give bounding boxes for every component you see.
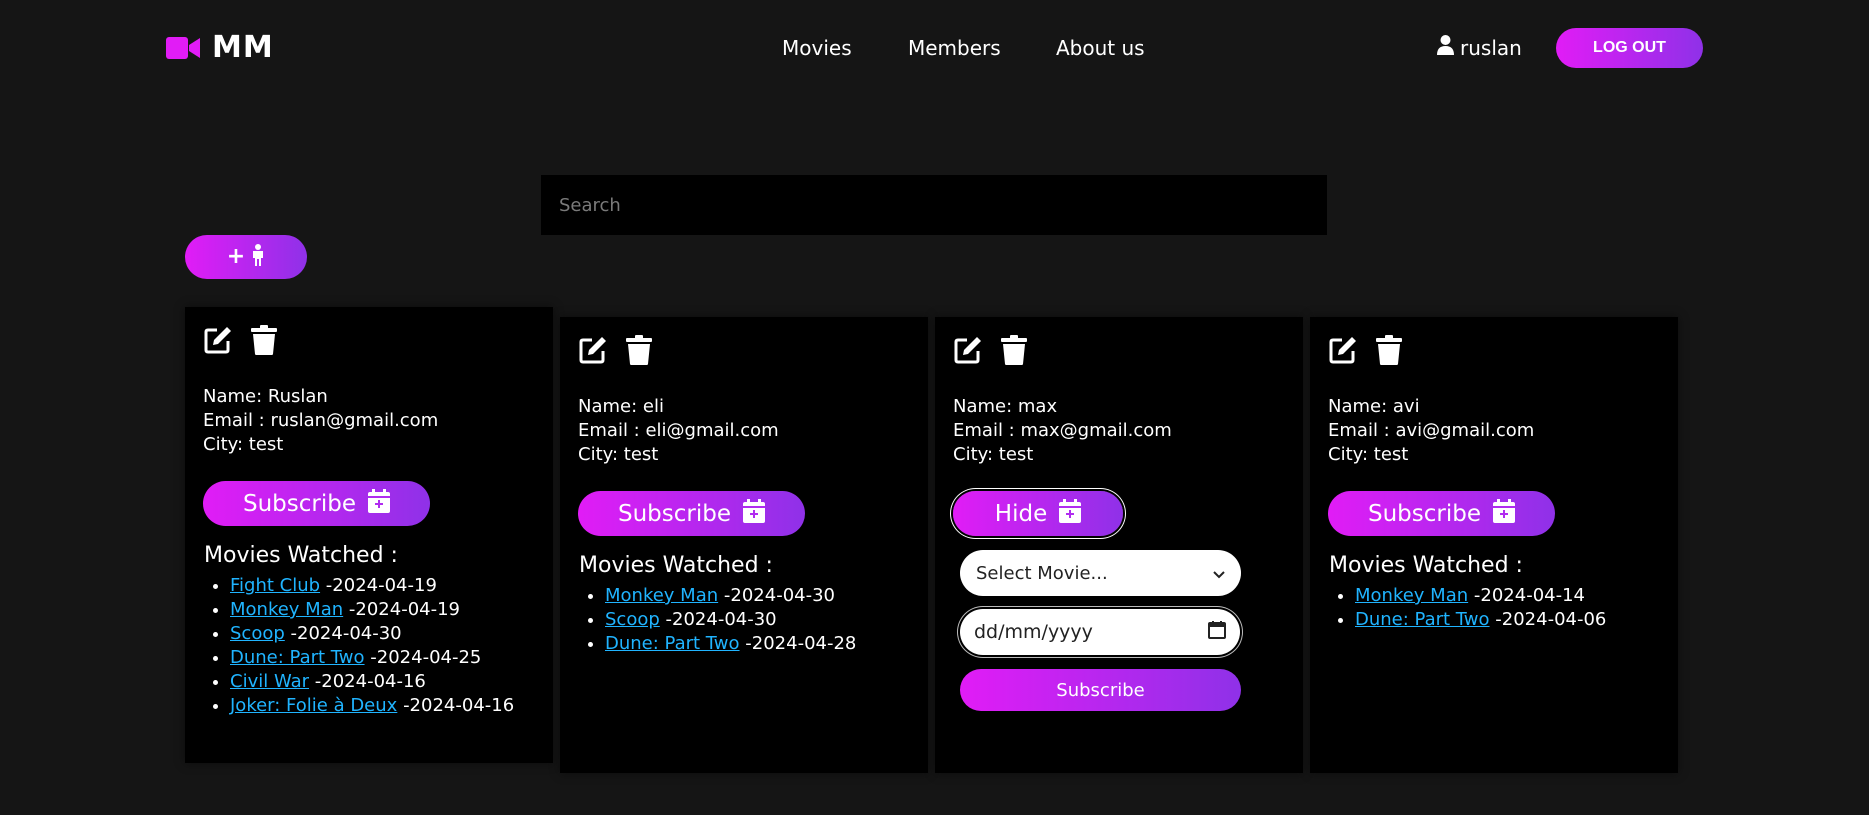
edit-icon[interactable] (578, 335, 608, 369)
movie-link[interactable]: Monkey Man (605, 585, 718, 606)
plus-icon: + (226, 244, 246, 269)
calendar-icon[interactable] (1208, 620, 1226, 644)
watch-date: -2024-04-25 (370, 647, 482, 668)
watch-date: -2024-04-14 (1473, 585, 1585, 606)
movie-link[interactable]: Scoop (230, 623, 285, 644)
movies-watched-list: Monkey Man -2024-04-14 Dune: Part Two -2… (1355, 584, 1606, 632)
member-city: City: test (953, 444, 1034, 465)
subscribe-submit-button[interactable]: Subscribe (960, 669, 1241, 711)
list-item: Scoop -2024-04-30 (605, 608, 856, 632)
subscribe-label: Subscribe (617, 500, 731, 527)
subscribe-label: Subscribe (1367, 500, 1481, 527)
movie-link[interactable]: Dune: Part Two (605, 633, 740, 654)
person-icon (251, 244, 265, 270)
member-email: Email : eli@gmail.com (578, 420, 779, 441)
subscribe-label: Subscribe (242, 490, 356, 517)
watch-date: -2024-04-06 (1495, 609, 1607, 630)
movie-select-value: Select Movie... (976, 562, 1108, 584)
member-card: Name: eli Email : eli@gmail.com City: te… (560, 317, 928, 773)
trash-icon[interactable] (251, 325, 277, 359)
member-email: Email : ruslan@gmail.com (203, 410, 439, 431)
list-item: Dune: Part Two -2024-04-06 (1355, 608, 1606, 632)
member-name: Name: Ruslan (203, 386, 328, 407)
edit-icon[interactable] (203, 325, 233, 359)
watch-date: -2024-04-30 (723, 585, 835, 606)
member-city: City: test (578, 444, 659, 465)
movies-watched-title: Movies Watched : (1329, 553, 1523, 578)
list-item: Joker: Folie à Deux -2024-04-16 (230, 694, 514, 718)
list-item: Fight Club -2024-04-19 (230, 574, 514, 598)
watch-date: -2024-04-19 (348, 599, 460, 620)
user-icon (1437, 35, 1454, 60)
calendar-plus-icon (743, 498, 765, 529)
movie-link[interactable]: Joker: Folie à Deux (230, 695, 397, 716)
member-city: City: test (1328, 444, 1409, 465)
member-name: Name: eli (578, 396, 664, 417)
nav-about-us[interactable]: About us (1056, 36, 1145, 60)
member-email: Email : max@gmail.com (953, 420, 1172, 441)
watch-date: -2024-04-28 (745, 633, 857, 654)
hide-button[interactable]: Hide (953, 491, 1123, 536)
username: ruslan (1460, 35, 1522, 60)
trash-icon[interactable] (1376, 335, 1402, 369)
member-email: Email : avi@gmail.com (1328, 420, 1535, 441)
list-item: Monkey Man -2024-04-19 (230, 598, 514, 622)
movies-watched-title: Movies Watched : (579, 553, 773, 578)
movie-link[interactable]: Monkey Man (230, 599, 343, 620)
movie-link[interactable]: Dune: Part Two (230, 647, 365, 668)
trash-icon[interactable] (626, 335, 652, 369)
member-name: Name: avi (1328, 396, 1420, 417)
movie-link[interactable]: Fight Club (230, 575, 320, 596)
subscribe-button[interactable]: Subscribe (1328, 491, 1555, 536)
movie-link[interactable]: Monkey Man (1355, 585, 1468, 606)
hide-label: Hide (994, 500, 1048, 527)
movie-link[interactable]: Civil War (230, 671, 309, 692)
movies-watched-list: Fight Club -2024-04-19 Monkey Man -2024-… (230, 574, 514, 718)
chevron-down-icon (1213, 563, 1225, 584)
watch-date: -2024-04-19 (325, 575, 437, 596)
watch-date: -2024-04-16 (403, 695, 515, 716)
calendar-plus-icon (1493, 498, 1515, 529)
user-profile[interactable]: ruslan (1437, 35, 1522, 60)
movies-watched-title: Movies Watched : (204, 543, 398, 568)
watch-date: -2024-04-30 (665, 609, 777, 630)
trash-icon[interactable] (1001, 335, 1027, 369)
nav-movies[interactable]: Movies (782, 36, 852, 60)
list-item: Civil War -2024-04-16 (230, 670, 514, 694)
watch-date: -2024-04-16 (314, 671, 426, 692)
list-item: Dune: Part Two -2024-04-25 (230, 646, 514, 670)
subscribe-button[interactable]: Subscribe (203, 481, 430, 526)
search-input[interactable] (541, 175, 1327, 235)
list-item: Monkey Man -2024-04-14 (1355, 584, 1606, 608)
movies-watched-list: Monkey Man -2024-04-30 Scoop -2024-04-30… (605, 584, 856, 656)
movie-select[interactable]: Select Movie... (960, 550, 1241, 596)
member-card: Name: max Email : max@gmail.com City: te… (935, 317, 1303, 773)
list-item: Scoop -2024-04-30 (230, 622, 514, 646)
list-item: Dune: Part Two -2024-04-28 (605, 632, 856, 656)
member-card: Name: Ruslan Email : ruslan@gmail.com Ci… (185, 307, 553, 763)
calendar-plus-icon (1059, 498, 1082, 529)
subscribe-button[interactable]: Subscribe (578, 491, 805, 536)
date-placeholder: dd/mm/yyyy (974, 621, 1093, 643)
calendar-plus-icon (368, 488, 390, 519)
logout-button[interactable]: LOG OUT (1556, 28, 1703, 68)
watch-date: -2024-04-30 (290, 623, 402, 644)
member-card: Name: avi Email : avi@gmail.com City: te… (1310, 317, 1678, 773)
nav-members[interactable]: Members (908, 36, 1001, 60)
add-member-button[interactable]: + (185, 235, 307, 279)
member-name: Name: max (953, 396, 1058, 417)
list-item: Monkey Man -2024-04-30 (605, 584, 856, 608)
date-input[interactable]: dd/mm/yyyy (960, 609, 1240, 655)
member-city: City: test (203, 434, 284, 455)
edit-icon[interactable] (953, 335, 983, 369)
movie-link[interactable]: Scoop (605, 609, 660, 630)
movie-link[interactable]: Dune: Part Two (1355, 609, 1490, 630)
edit-icon[interactable] (1328, 335, 1358, 369)
